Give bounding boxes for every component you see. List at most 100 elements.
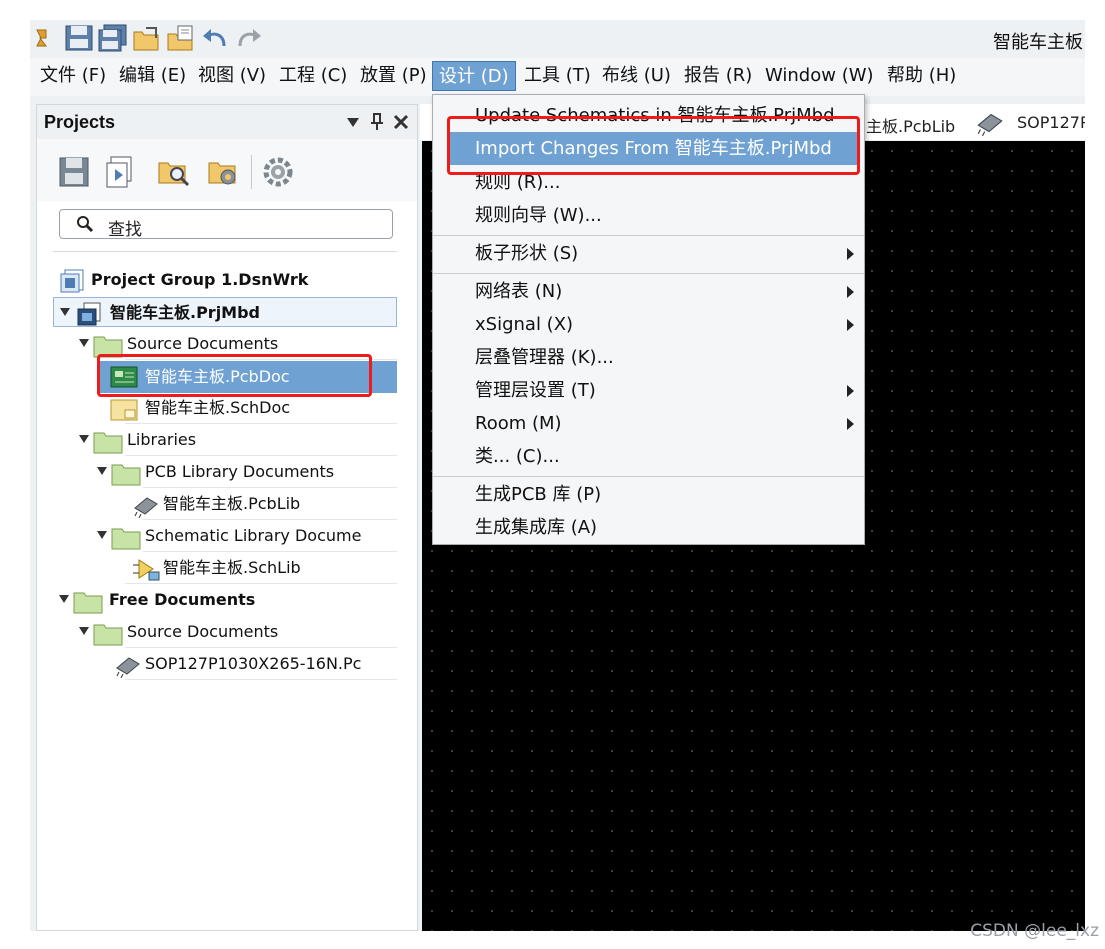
menu-separator [433,235,864,236]
tree-item-pcblib[interactable]: 智能车主板.PcbLib [53,489,397,519]
tree-item-project[interactable]: 智能车主板.PrjMbd [53,297,397,327]
tree-item-schematic-library-documents[interactable]: Schematic Library Docume [53,521,397,551]
folder-icon [73,592,103,614]
submenu-arrow-icon [847,286,854,298]
menu-file[interactable]: 文件 (F) [34,61,112,91]
title-bar: 智能车主板 [30,20,1085,56]
expand-arrow-icon[interactable] [59,595,69,603]
redo-icon[interactable] [234,24,264,52]
expand-arrow-icon[interactable] [79,435,89,443]
menu-item-rules-wizard[interactable]: 规则向导 (W)... [433,199,864,232]
menu-item-xsignal[interactable]: xSignal (X) [433,308,864,341]
divider [143,519,397,520]
menu-separator [433,273,864,274]
watermark: CSDN @lee_lxz [970,921,1099,941]
pin-icon[interactable] [367,111,387,133]
save-document-icon[interactable] [57,155,91,189]
save-all-icon[interactable] [98,24,128,52]
submenu-arrow-icon [847,418,854,430]
divider [125,647,397,648]
expand-arrow-icon[interactable] [79,627,89,635]
expand-arrow-icon[interactable] [79,339,89,347]
search-placeholder: 查找 [108,220,142,240]
menu-help[interactable]: 帮助 (H) [881,61,962,91]
pcb-library-icon [977,113,1003,136]
folder-icon [93,432,123,454]
open-document-icon[interactable] [166,24,196,52]
submenu-arrow-icon [847,319,854,331]
projects-panel: Projects 查找 Project Group 1.DsnWrk 智能车主板… [36,104,418,931]
tree-item-free-source-documents[interactable]: Source Documents [53,617,397,647]
search-icon [77,216,94,233]
expand-arrow-icon[interactable] [97,531,107,539]
panel-header: Projects [37,105,417,139]
folder-settings-icon[interactable] [207,155,241,189]
menu-item-netlist[interactable]: 网络表 (N) [433,275,864,308]
project-icon [77,302,101,326]
undo-icon[interactable] [200,24,230,52]
gear-icon[interactable] [261,155,295,189]
schematic-library-icon [133,559,160,581]
divider [125,423,397,424]
folder-icon [111,528,141,550]
annotation-box-import-changes [447,116,860,175]
menu-place[interactable]: 放置 (P) [354,61,433,91]
annotation-box-pcbdoc [97,354,372,397]
menu-item-layer-stack-manager[interactable]: 层叠管理器 (K)... [433,341,864,374]
tree-item-free-documents[interactable]: Free Documents [53,585,397,615]
panel-title: Projects [44,112,116,132]
submenu-arrow-icon [847,385,854,397]
menu-item-make-pcb-library[interactable]: 生成PCB 库 (P) [433,478,864,511]
menu-route[interactable]: 布线 (U) [596,61,677,91]
menu-design[interactable]: 设计 (D) [432,61,516,91]
tree-item-libraries[interactable]: Libraries [53,425,397,455]
tree-item-schdoc[interactable]: 智能车主板.SchDoc [97,393,397,423]
tree-item-sop-footprint[interactable]: SOP127P1030X265-16N.Pc [53,649,397,679]
compile-documents-icon[interactable] [103,155,137,189]
save-icon[interactable] [64,24,94,52]
divider [125,455,397,456]
menu-edit[interactable]: 编辑 (E) [113,61,192,91]
tab-pcblib[interactable]: 主板.PcbLib [866,113,955,137]
close-icon[interactable] [391,111,411,133]
folder-search-icon[interactable] [157,155,191,189]
pcb-library-icon [134,497,158,518]
menu-separator [433,476,864,477]
app-logo-icon [36,29,47,47]
divider [125,679,397,680]
submenu-arrow-icon [847,248,854,260]
menu-view[interactable]: 视图 (V) [192,61,272,91]
menu-reports[interactable]: 报告 (R) [678,61,758,91]
menu-item-manage-layer-sets[interactable]: 管理层设置 (T) [433,374,864,407]
divider [143,487,397,488]
divider [143,551,397,552]
panel-menu-icon[interactable] [343,111,363,133]
search-input[interactable]: 查找 [59,209,393,240]
menu-item-board-shape[interactable]: 板子形状 (S) [433,237,864,270]
tab-sop-footprint[interactable]: SOP127P [1017,113,1085,132]
menu-item-room[interactable]: Room (M) [433,407,864,440]
app-window: 智能车主板 文件 (F) 编辑 (E) 视图 (V) 工程 (C) 放置 (P)… [30,20,1085,931]
menu-item-classes[interactable]: 类... (C)... [433,440,864,473]
open-folder-icon[interactable] [132,24,162,52]
menu-tools[interactable]: 工具 (T) [518,61,597,91]
menu-item-make-integrated-library[interactable]: 生成集成库 (A) [433,511,864,544]
folder-icon [93,624,123,646]
schematic-document-icon [110,399,138,421]
menu-project[interactable]: 工程 (C) [273,61,353,91]
tree-item-project-group[interactable]: Project Group 1.DsnWrk [53,265,397,295]
pcb-library-icon [116,657,140,678]
menu-window[interactable]: Window (W) [759,61,880,91]
tree-item-pcb-library-documents[interactable]: PCB Library Documents [53,457,397,487]
workspace-icon [60,269,84,293]
divider [125,583,397,584]
tree-item-schlib[interactable]: 智能车主板.SchLib [53,553,397,583]
panel-toolbar [37,139,417,201]
folder-icon [111,464,141,486]
expand-arrow-icon[interactable] [97,467,107,475]
divider [53,251,397,252]
window-title: 智能车主板 [993,32,1083,53]
menu-bar: 文件 (F) 编辑 (E) 视图 (V) 工程 (C) 放置 (P) 设计 (D… [30,58,1085,96]
toolbar-divider [251,155,252,189]
expand-arrow-icon[interactable] [60,308,70,316]
